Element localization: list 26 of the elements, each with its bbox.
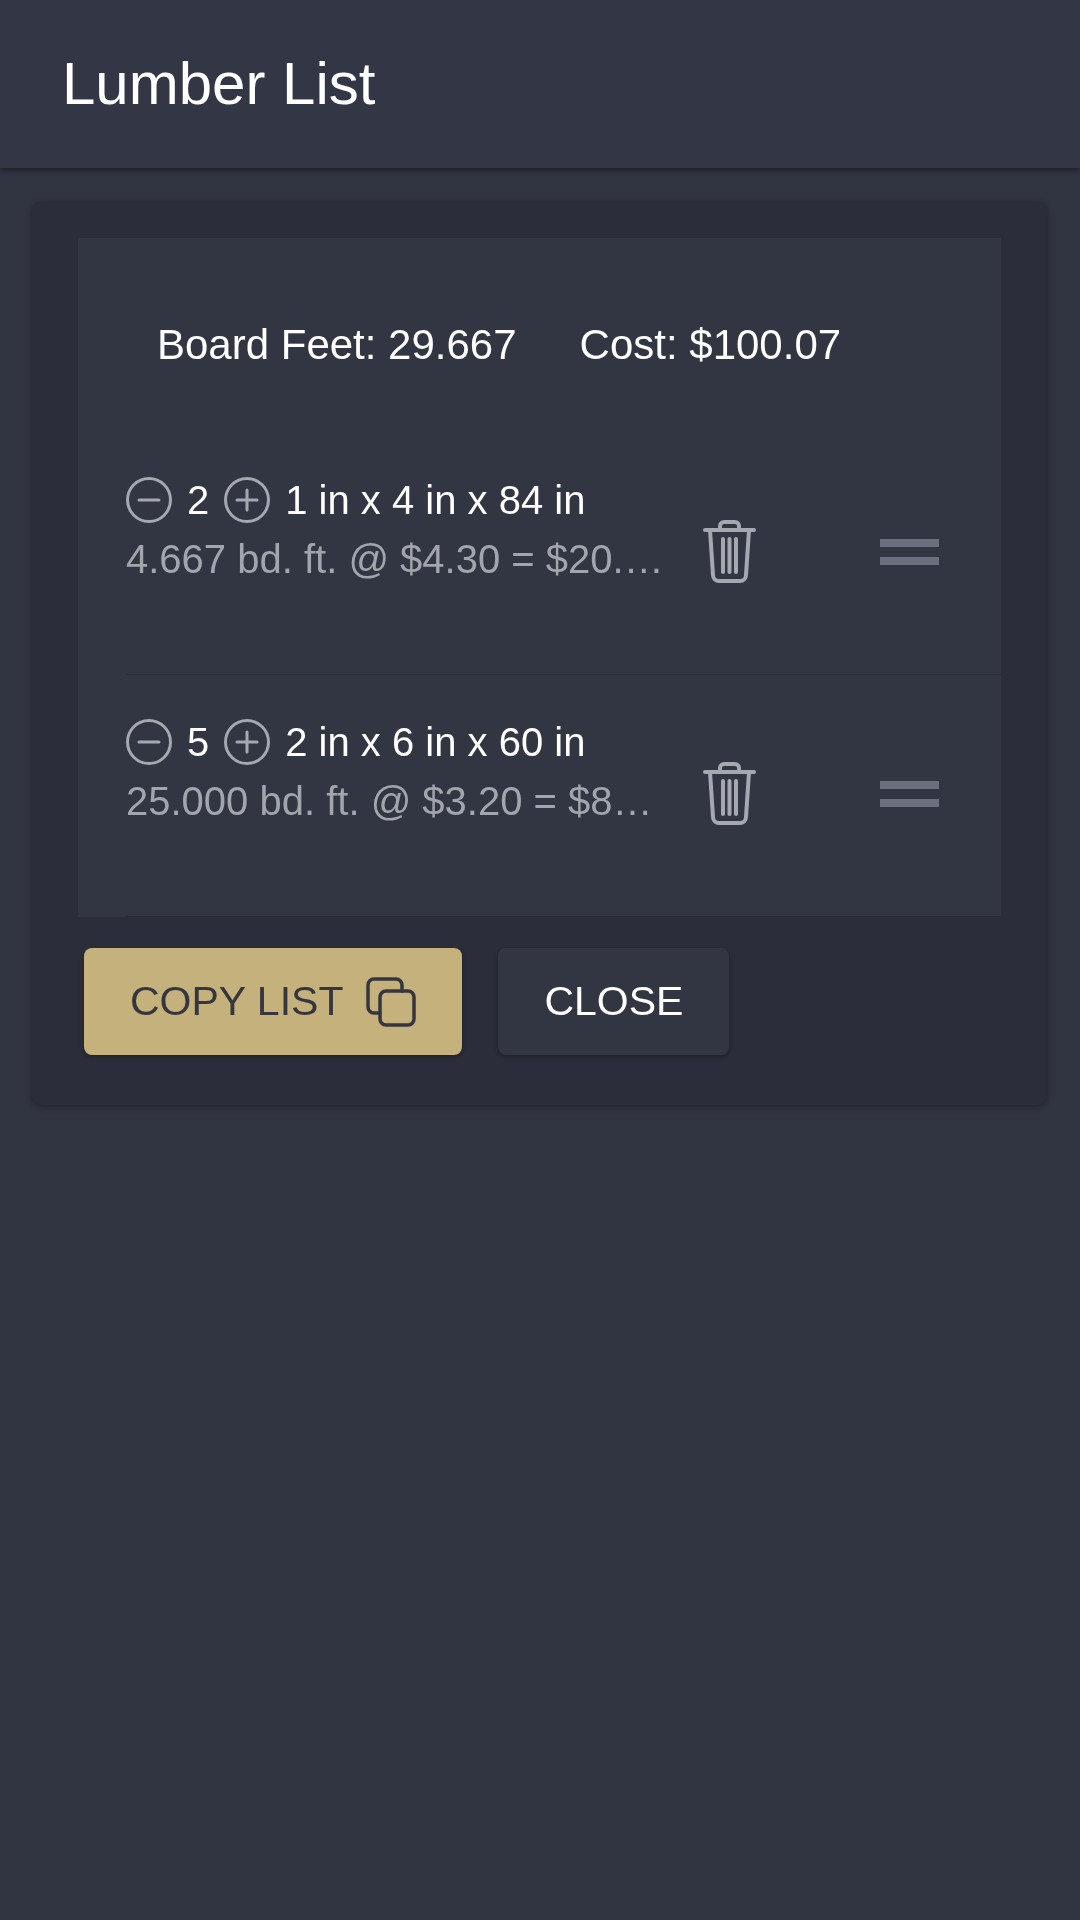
drag-handle-icon[interactable] [880,539,939,565]
close-button[interactable]: CLOSE [498,948,730,1055]
cost-total: Cost: $100.07 [579,324,842,366]
plus-circle-icon [224,719,271,765]
trash-icon [703,762,756,825]
delete-button[interactable] [703,762,756,825]
increase-button[interactable] [224,719,271,765]
quantity: 2 [187,480,210,520]
trash-icon [703,520,756,583]
board-feet-detail: 25.000 bd. ft. @ $3.20 = $8… [126,778,653,825]
delete-button[interactable] [703,520,756,583]
drag-handle-icon[interactable] [880,781,939,807]
board-feet-detail: 4.667 bd. ft. @ $4.30 = $20.… [126,536,664,583]
copy-icon [366,976,417,1027]
copy-list-button[interactable]: COPY LIST [84,948,463,1055]
decrease-button[interactable] [126,477,172,523]
minus-circle-icon [126,719,172,765]
increase-button[interactable] [224,477,271,523]
quantity: 5 [187,722,210,762]
plus-circle-icon [224,477,271,523]
board-feet-total: Board Feet: 29.667 [157,324,517,366]
page-title: Lumber List [62,54,376,114]
minus-circle-icon [126,477,172,523]
decrease-button[interactable] [126,719,172,765]
lumber-dimensions: 2 in x 6 in x 60 in [285,722,586,762]
lumber-dimensions: 1 in x 4 in x 84 in [285,480,586,520]
